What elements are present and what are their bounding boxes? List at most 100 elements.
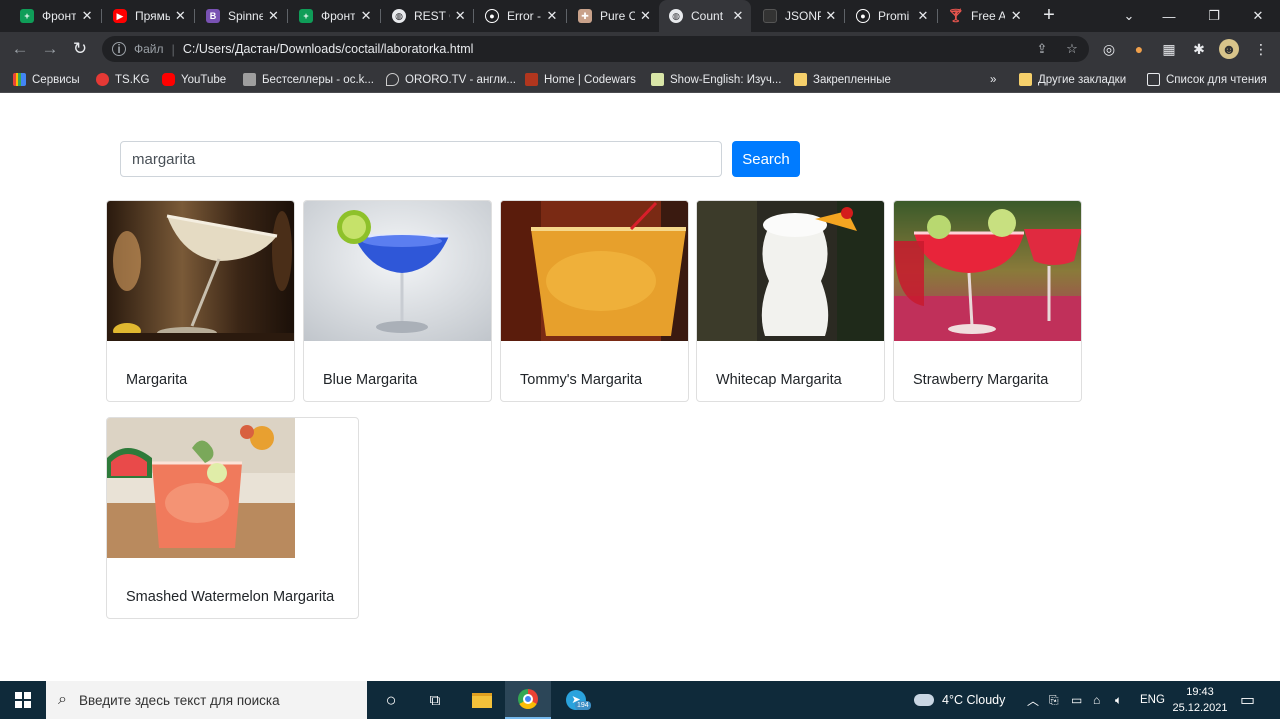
- close-icon[interactable]: ✕: [267, 8, 280, 24]
- forward-icon[interactable]: →: [38, 37, 62, 61]
- bookmarks-overflow[interactable]: »: [990, 70, 996, 89]
- reading-list[interactable]: Список для чтения: [1147, 70, 1267, 89]
- sheets-icon: +: [299, 9, 313, 23]
- taskbar-search-box[interactable]: ⌕ Введите здесь текст для поиска: [46, 681, 367, 719]
- youtube-icon: ▶: [113, 9, 127, 23]
- tab-error[interactable]: ● Error - ✕: [475, 0, 565, 32]
- close-icon[interactable]: ✕: [731, 8, 745, 24]
- json-icon: [763, 9, 777, 23]
- bookmark-tskg[interactable]: TS.KG: [96, 70, 150, 89]
- chevron-up-icon[interactable]: ︿: [1027, 681, 1039, 719]
- tab-promise[interactable]: ● Promi ✕: [846, 0, 936, 32]
- close-icon[interactable]: ✕: [916, 8, 930, 24]
- minimize-button[interactable]: —: [1147, 0, 1191, 32]
- close-icon[interactable]: ✕: [545, 8, 559, 24]
- close-icon[interactable]: ✕: [80, 8, 94, 24]
- bookmarks-bar: Сервисы TS.KG YouTube Бестселлеры - ос.k…: [0, 66, 1280, 93]
- telegram-icon[interactable]: ➤ 194: [556, 681, 596, 719]
- mdn-icon: ●: [485, 9, 499, 23]
- meet-now-icon[interactable]: ⎘: [1049, 681, 1059, 719]
- windows-start-icon[interactable]: [0, 681, 46, 719]
- tab-countries-active[interactable]: ◍ Count ✕: [659, 0, 751, 32]
- tab-jsonp[interactable]: JSONP ✕: [753, 0, 843, 32]
- close-icon[interactable]: ✕: [639, 8, 652, 24]
- tab-frontend-2[interactable]: + Фронт ✕: [289, 0, 379, 32]
- language-indicator[interactable]: ENG: [1140, 681, 1165, 719]
- search-button[interactable]: Search: [732, 141, 800, 177]
- cocktail-card[interactable]: Strawberry Margarita: [893, 200, 1082, 402]
- restore-button[interactable]: ❐: [1192, 0, 1236, 32]
- search-input[interactable]: [120, 141, 722, 177]
- cocktail-card[interactable]: Tommy's Margarita: [500, 200, 689, 402]
- globe-icon: ◍: [669, 9, 683, 23]
- bookmark-youtube[interactable]: YouTube: [162, 70, 226, 89]
- mdn-icon: ●: [856, 9, 870, 23]
- extension-qr-icon[interactable]: ▦: [1159, 39, 1179, 59]
- sheets-icon: +: [20, 9, 34, 23]
- extension-target-icon[interactable]: ◎: [1099, 39, 1119, 59]
- chrome-taskbar-icon[interactable]: [505, 681, 551, 719]
- task-view-icon[interactable]: ⧉: [416, 681, 454, 719]
- close-icon[interactable]: ✕: [1009, 8, 1023, 24]
- bootstrap-icon: B: [206, 9, 220, 23]
- book-icon: [243, 73, 256, 86]
- pure-icon: ✚: [578, 9, 592, 23]
- folder-icon: [1019, 73, 1032, 86]
- tab-search-icon[interactable]: ⌄: [1107, 0, 1151, 32]
- close-window-button[interactable]: ✕: [1236, 0, 1280, 32]
- tommys-margarita-photo: [501, 201, 688, 341]
- tab-rest[interactable]: ◍ REST C ✕: [382, 0, 472, 32]
- info-icon[interactable]: i: [112, 42, 126, 56]
- close-icon[interactable]: ✕: [174, 8, 187, 24]
- address-bar[interactable]: i Файл | C:/Users/Дастан/Downloads/cocta…: [102, 36, 1089, 62]
- clock[interactable]: 19:43 25.12.2021: [1168, 684, 1232, 716]
- strawberry-margarita-photo: [894, 201, 1081, 341]
- browser-toolbar: ← → ↻ i Файл | C:/Users/Дастан/Downloads…: [0, 32, 1280, 66]
- tab-youtube[interactable]: ▶ Прямь ✕: [103, 0, 193, 32]
- bookmark-pinned-folder[interactable]: Закрепленные: [794, 70, 891, 89]
- volume-icon[interactable]: 🔈︎: [1115, 681, 1122, 719]
- notifications-icon[interactable]: ▭: [1240, 681, 1255, 719]
- extension-egg-icon[interactable]: ●: [1129, 39, 1149, 59]
- tab-free-api[interactable]: 🍸︎ Free A ✕: [939, 0, 1029, 32]
- overflow-icon: »: [990, 73, 997, 86]
- url-text[interactable]: C:/Users/Дастан/Downloads/coctail/labora…: [183, 42, 474, 56]
- cocktail-name: Strawberry Margarita: [913, 372, 1049, 388]
- cocktail-name: Whitecap Margarita: [716, 372, 842, 388]
- bookmark-codewars[interactable]: Home | Codewars: [525, 70, 636, 89]
- network-icon[interactable]: ⌂: [1093, 681, 1100, 719]
- bookmark-ororo[interactable]: ORORO.TV - англи...: [386, 70, 516, 89]
- menu-kebab-icon[interactable]: ⋮: [1251, 39, 1271, 59]
- cocktail-card[interactable]: Whitecap Margarita: [696, 200, 885, 402]
- cocktail-card[interactable]: Smashed Watermelon Margarita: [106, 417, 359, 619]
- cocktail-name: Blue Margarita: [323, 372, 418, 388]
- page-content: Search Margarita: [0, 96, 1280, 681]
- share-icon[interactable]: ⇪: [1029, 36, 1055, 62]
- cocktail-card[interactable]: Margarita: [106, 200, 295, 402]
- close-icon[interactable]: ✕: [359, 8, 373, 24]
- close-icon[interactable]: ✕: [825, 8, 837, 24]
- close-icon[interactable]: ✕: [454, 8, 466, 24]
- tab-spinners[interactable]: B Spinne ✕: [196, 0, 286, 32]
- bookmark-star-icon[interactable]: ☆: [1059, 36, 1085, 62]
- back-icon[interactable]: ←: [8, 37, 32, 61]
- cortana-icon[interactable]: ○: [372, 681, 410, 719]
- file-explorer-icon[interactable]: [462, 681, 502, 719]
- cocktail-name: Margarita: [126, 372, 188, 388]
- cocktail-card[interactable]: Blue Margarita: [303, 200, 492, 402]
- profile-avatar-icon[interactable]: ☻: [1219, 39, 1239, 59]
- tab-pure-css[interactable]: ✚ Pure C ✕: [568, 0, 658, 32]
- new-tab-button[interactable]: +: [1038, 4, 1060, 26]
- cocktail-icon: 🍸︎: [947, 8, 965, 23]
- weather-widget[interactable]: 4°C Cloudy: [914, 681, 1005, 719]
- battery-icon[interactable]: ▭: [1071, 681, 1082, 719]
- bookmark-show-english[interactable]: Show-English: Изуч...: [651, 70, 781, 89]
- bookmark-apps[interactable]: Сервисы: [13, 70, 80, 89]
- tab-frontend-1[interactable]: + Фронт ✕: [10, 0, 100, 32]
- reload-icon[interactable]: ↻: [68, 37, 92, 61]
- bookmark-bestsellers[interactable]: Бестселлеры - ос.k...: [243, 70, 374, 89]
- margarita-photo: [107, 201, 294, 341]
- bookmark-other-folder[interactable]: Другие закладки: [1019, 70, 1126, 89]
- apps-icon: [13, 73, 26, 86]
- extensions-puzzle-icon[interactable]: ✱: [1189, 39, 1209, 59]
